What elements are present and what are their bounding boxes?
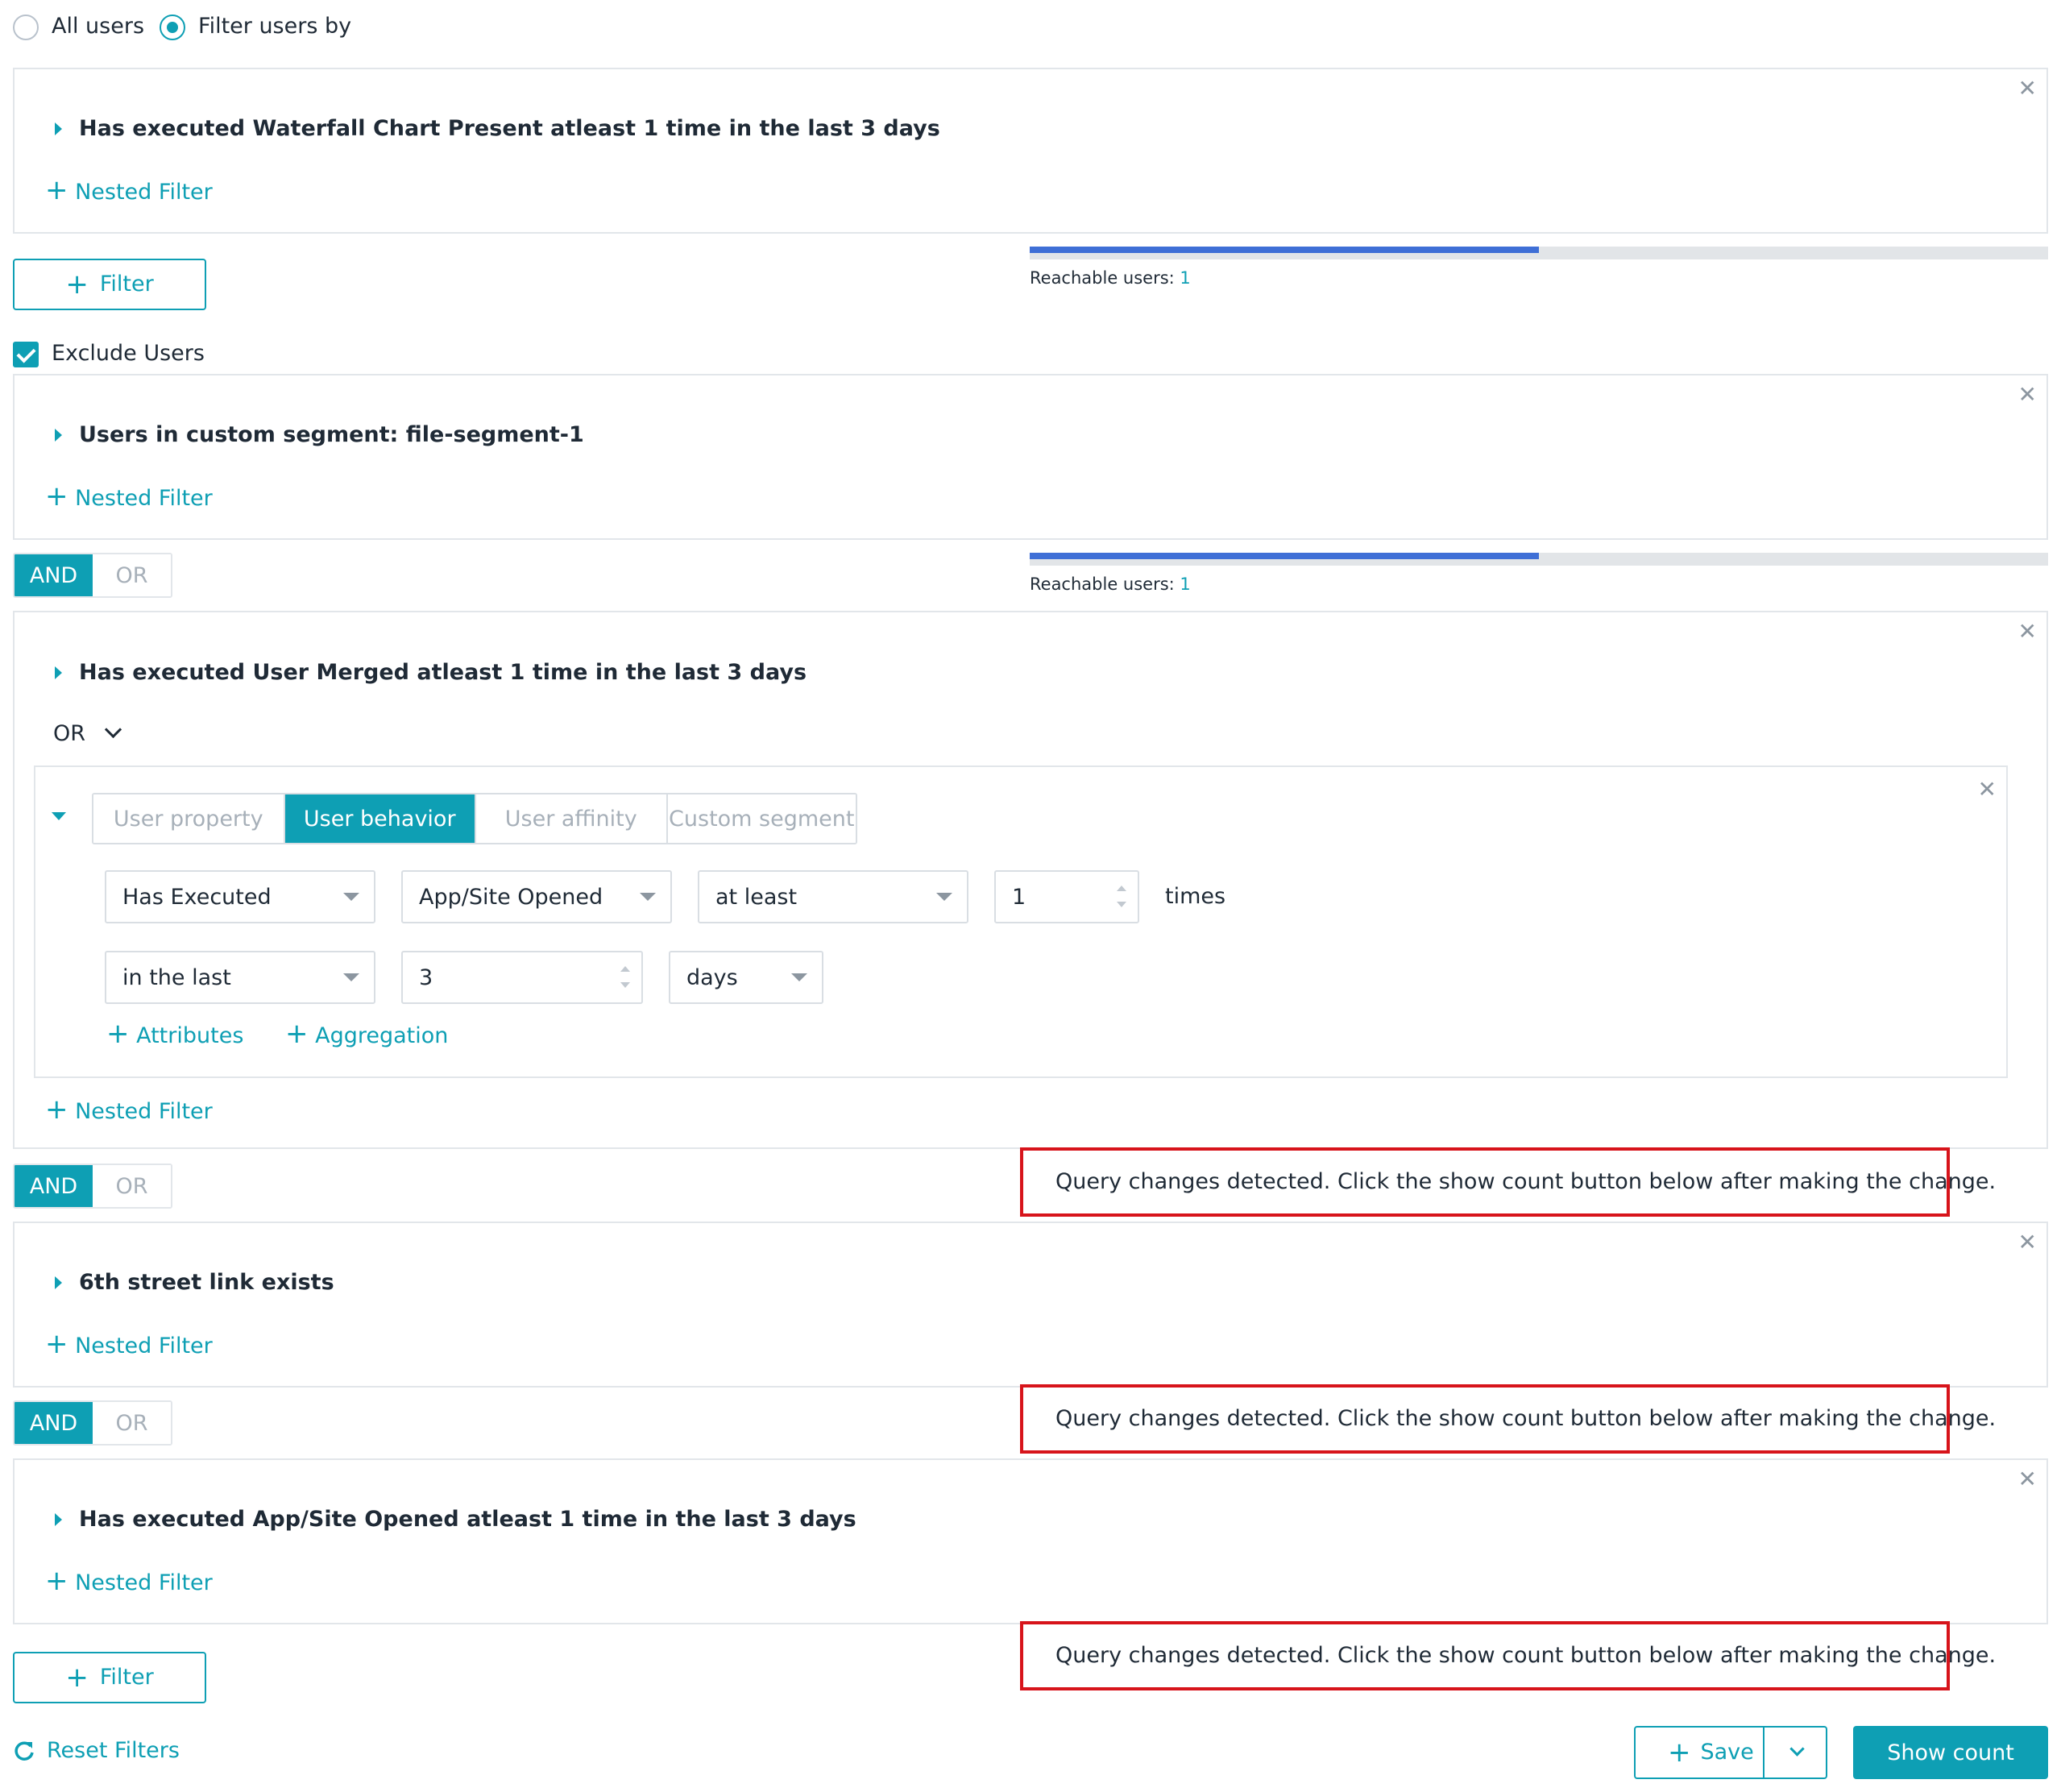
plus-icon: +: [65, 1661, 89, 1694]
add-attributes-button[interactable]: + Attributes: [106, 1020, 243, 1050]
nested-filter-editor: ✕ User property User behavior User affin…: [34, 765, 2008, 1078]
chevron-down-icon: [104, 720, 122, 739]
add-aggregation-button[interactable]: + Aggregation: [285, 1020, 448, 1050]
time-range-select[interactable]: in the last: [105, 951, 375, 1004]
nested-filter-button[interactable]: + Nested Filter: [45, 1096, 213, 1126]
plus-icon: +: [45, 1093, 68, 1126]
dropdown-arrow-icon: [791, 973, 807, 981]
close-icon[interactable]: ✕: [2018, 1231, 2037, 1254]
filter-card-3: ✕ Has executed User Merged atleast 1 tim…: [13, 611, 2048, 1149]
filter-title[interactable]: Users in custom segment: file-segment-1: [79, 421, 584, 449]
or-button[interactable]: OR: [93, 1402, 171, 1444]
warning-text: Query changes detected. Click the show c…: [1055, 1406, 1997, 1431]
nested-filter-button[interactable]: + Nested Filter: [45, 176, 213, 206]
all-users-radio[interactable]: [13, 15, 39, 40]
tab-user-property[interactable]: User property: [93, 794, 285, 843]
filter-card-4: ✕ 6th street link exists + Nested Filter: [13, 1222, 2048, 1388]
action-select[interactable]: Has Executed: [105, 870, 375, 923]
nested-filter-button[interactable]: + Nested Filter: [45, 1330, 213, 1360]
query-changed-warning: Query changes detected. Click the show c…: [1020, 1621, 1996, 1690]
filter-title[interactable]: 6th street link exists: [79, 1269, 334, 1296]
refresh-icon: [15, 1741, 34, 1761]
reachable-progress-bar: [1030, 553, 2048, 566]
all-users-label: All users: [52, 14, 145, 39]
plus-icon: +: [106, 1018, 130, 1050]
filter-users-by-radio[interactable]: [160, 15, 185, 40]
warning-text: Query changes detected. Click the show c…: [1055, 1643, 1997, 1668]
tab-user-affinity[interactable]: User affinity: [476, 794, 668, 843]
tab-custom-segment[interactable]: Custom segment: [667, 794, 856, 843]
unit-select[interactable]: days: [669, 951, 823, 1004]
exclude-users-checkbox[interactable]: [13, 342, 39, 367]
plus-icon: +: [65, 268, 89, 301]
filter-users-by-label: Filter users by: [198, 14, 352, 39]
tab-user-behavior[interactable]: User behavior: [284, 794, 476, 843]
and-button[interactable]: AND: [15, 1165, 93, 1207]
expand-caret-icon[interactable]: [55, 1276, 62, 1289]
expand-caret-icon[interactable]: [55, 1513, 62, 1526]
dropdown-arrow-icon: [640, 893, 656, 901]
save-button[interactable]: + Save: [1634, 1726, 1827, 1779]
close-icon[interactable]: ✕: [2018, 77, 2037, 100]
and-or-toggle: AND OR: [13, 1164, 172, 1209]
and-button[interactable]: AND: [15, 554, 93, 596]
query-changed-warning: Query changes detected. Click the show c…: [1020, 1384, 1996, 1454]
collapse-caret-icon[interactable]: [52, 812, 66, 820]
expand-caret-icon[interactable]: [55, 122, 62, 135]
and-or-toggle: AND OR: [13, 1400, 172, 1446]
query-changed-warning: Query changes detected. Click the show c…: [1020, 1147, 1996, 1217]
checkmark-icon: [16, 343, 36, 363]
reachable-progress-bar: [1030, 247, 2048, 259]
period-input[interactable]: 3: [401, 951, 643, 1004]
dropdown-arrow-icon: [936, 893, 952, 901]
filter-title[interactable]: Has executed User Merged atleast 1 time …: [79, 659, 807, 687]
and-or-toggle: AND OR: [13, 553, 172, 598]
times-label: times: [1165, 884, 1226, 909]
save-divider: [1763, 1728, 1764, 1777]
dropdown-arrow-icon: [343, 973, 359, 981]
close-icon[interactable]: ✕: [2018, 384, 2037, 406]
show-count-button[interactable]: Show count: [1853, 1726, 2048, 1779]
nested-operator-dropdown[interactable]: OR: [53, 720, 122, 748]
or-button[interactable]: OR: [93, 1165, 171, 1207]
add-filter-button[interactable]: + Filter: [13, 1652, 206, 1703]
filter-title[interactable]: Has executed Waterfall Chart Present atl…: [79, 115, 940, 143]
exclude-users-label: Exclude Users: [52, 341, 205, 366]
expand-caret-icon[interactable]: [55, 666, 62, 679]
reset-filters-button[interactable]: Reset Filters: [13, 1737, 180, 1765]
warning-text: Query changes detected. Click the show c…: [1055, 1169, 1997, 1194]
event-select[interactable]: App/Site Opened: [401, 870, 672, 923]
filter-card-1: ✕ Has executed Waterfall Chart Present a…: [13, 68, 2048, 234]
plus-icon: +: [45, 480, 68, 512]
filter-card-2: ✕ Users in custom segment: file-segment-…: [13, 374, 2048, 540]
dropdown-arrow-icon: [343, 893, 359, 901]
add-filter-button[interactable]: + Filter: [13, 259, 206, 310]
comparison-select[interactable]: at least: [698, 870, 968, 923]
plus-icon: +: [45, 1328, 68, 1360]
plus-icon: +: [45, 174, 68, 206]
filter-type-tabs: User property User behavior User affinit…: [92, 793, 857, 844]
nested-filter-button[interactable]: + Nested Filter: [45, 483, 213, 512]
nested-filter-button[interactable]: + Nested Filter: [45, 1567, 213, 1597]
chevron-down-icon[interactable]: [1789, 1741, 1805, 1757]
reachable-progress-fill: [1030, 247, 1539, 253]
plus-icon: +: [1668, 1736, 1691, 1769]
reachable-users-text: Reachable users: 1: [1030, 268, 1191, 288]
filter-card-5: ✕ Has executed App/Site Opened atleast 1…: [13, 1458, 2048, 1624]
reachable-users-text: Reachable users: 1: [1030, 575, 1191, 594]
reachable-progress-fill: [1030, 553, 1539, 559]
close-icon[interactable]: ✕: [2018, 1468, 2037, 1491]
plus-icon: +: [45, 1565, 68, 1597]
close-icon[interactable]: ✕: [1978, 778, 1997, 801]
and-button[interactable]: AND: [15, 1402, 93, 1444]
count-input[interactable]: 1: [994, 870, 1139, 923]
close-icon[interactable]: ✕: [2018, 620, 2037, 643]
expand-caret-icon[interactable]: [55, 429, 62, 442]
filter-title[interactable]: Has executed App/Site Opened atleast 1 t…: [79, 1506, 856, 1533]
or-button[interactable]: OR: [93, 554, 171, 596]
plus-icon: +: [285, 1018, 309, 1050]
